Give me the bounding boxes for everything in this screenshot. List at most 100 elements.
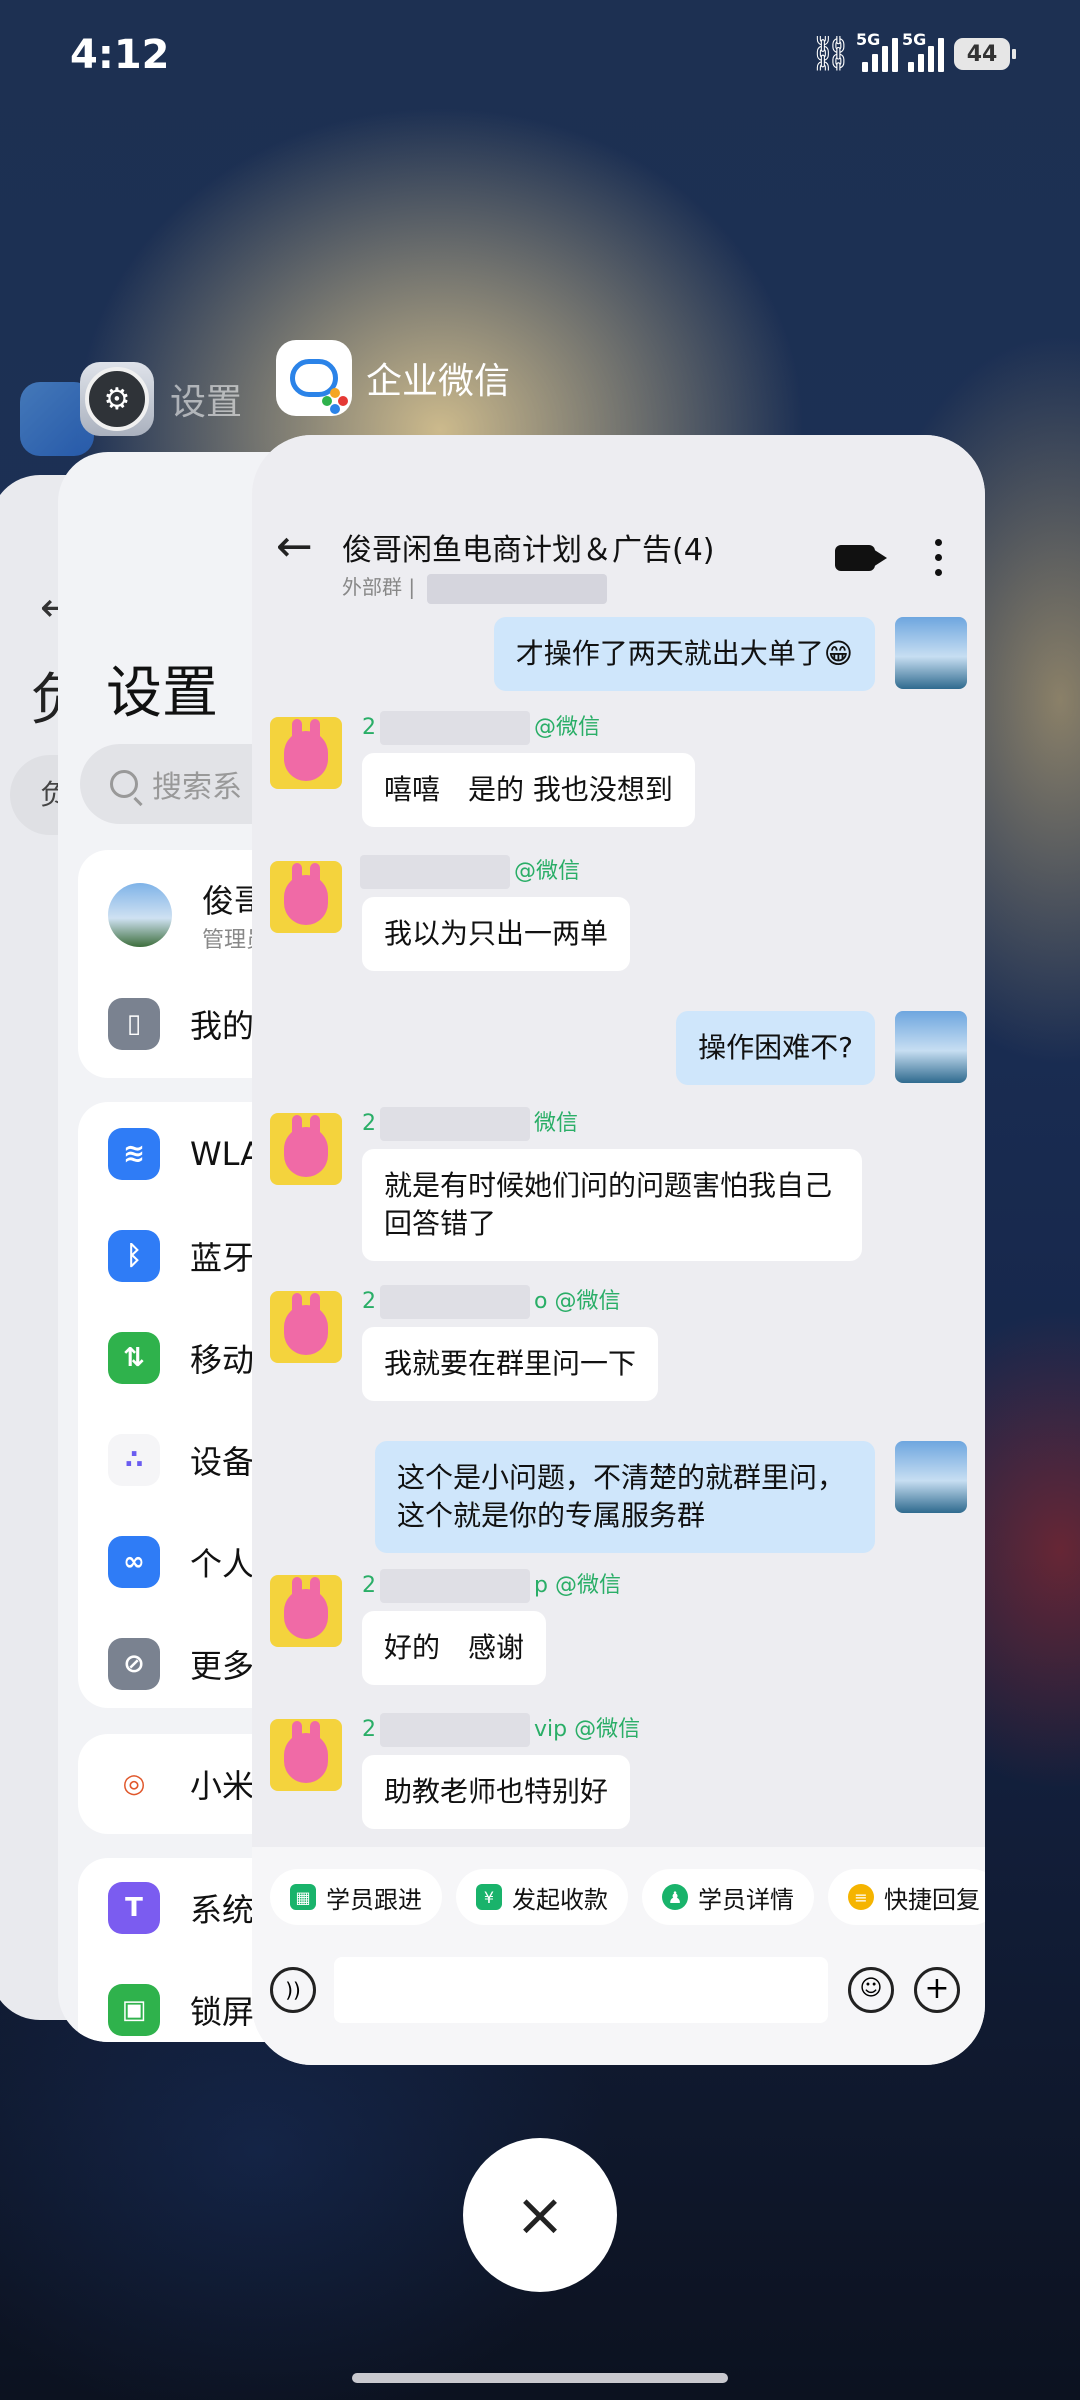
clear-recents-button[interactable]: × (463, 2138, 617, 2292)
video-call-icon[interactable] (835, 545, 887, 571)
blurred-name (427, 573, 608, 604)
settings-item-label: 蓝牙 (190, 1239, 255, 1277)
status-bar: 4:12 ⛓ 5G 5G 44 (0, 0, 1080, 120)
account-avatar (108, 883, 172, 947)
settings-item-device[interactable]: ∴ 设备 (108, 1434, 254, 1486)
chat-title: 俊哥闲鱼电商计划＆广告(4) (342, 533, 715, 568)
chip-label: 快捷回复 (884, 1885, 980, 1914)
settings-item-system[interactable]: T 系统 (108, 1882, 254, 1934)
chip-label: 发起收款 (512, 1885, 608, 1914)
message-outgoing: 操作困难不? (252, 1011, 985, 1091)
gear-icon: ⚙ (85, 367, 149, 431)
wecom-app-name: 企业微信 (366, 361, 511, 402)
avatar[interactable] (895, 1441, 967, 1513)
link-icon: ∞ (108, 1536, 160, 1588)
message-input[interactable] (334, 1957, 828, 2023)
settings-title: 设置 (106, 661, 218, 726)
message-bubble[interactable]: 好的 感谢 (362, 1611, 547, 1685)
voice-icon[interactable]: )) (270, 1967, 316, 2013)
sender-name: 2 微信 (362, 1105, 578, 1141)
search-icon (110, 770, 138, 798)
message-bubble[interactable]: 操作困难不? (676, 1011, 875, 1085)
wecom-app-card[interactable]: ← 俊哥闲鱼电商计划＆广告(4) 外部群 | 才操作了两天就出大单了😁 2 @微信… (252, 435, 985, 2065)
plus-icon[interactable]: + (914, 1967, 960, 2013)
link-icon: ⛓ (808, 34, 852, 74)
message-outgoing: 才操作了两天就出大单了😁 (252, 617, 985, 697)
signal-2-icon: 5G (902, 30, 944, 72)
avatar[interactable] (270, 861, 342, 933)
more-options-icon[interactable] (935, 539, 943, 584)
settings-app-label[interactable]: ⚙ 设置 (80, 362, 242, 436)
message-bubble[interactable]: 嘻嘻 是的 我也没想到 (362, 753, 695, 827)
settings-item-label: 设备 (190, 1443, 255, 1481)
avatar[interactable] (270, 1291, 342, 1363)
wifi-icon: ≋ (108, 1128, 160, 1180)
sender-name: 2 vip @微信 (362, 1711, 640, 1747)
quick-action-reply[interactable]: ≡ 快捷回复 (828, 1869, 985, 1925)
input-row: )) ☺ + (270, 1957, 970, 2027)
settings-item-label: 系统 (190, 1891, 255, 1929)
avatar[interactable] (270, 1575, 342, 1647)
wecom-app-label[interactable]: 企业微信 (276, 340, 510, 416)
message-list[interactable]: 才操作了两天就出大单了😁 2 @微信 嘻嘻 是的 我也没想到 @微信 我以为只出一… (252, 607, 985, 1847)
quick-action-payment[interactable]: ¥ 发起收款 (456, 1869, 628, 1925)
message-bubble[interactable]: 才操作了两天就出大单了😁 (493, 617, 875, 691)
quick-reply-icon: ≡ (848, 1884, 874, 1910)
settings-item-personal[interactable]: ∞ 个人 (108, 1536, 254, 1588)
search-placeholder: 搜索系 (152, 770, 242, 805)
status-icons: ⛓ 5G 5G 44 (808, 30, 1016, 74)
settings-item-more[interactable]: ⊘ 更多 (108, 1638, 254, 1690)
chat-toolbar: ▦ 学员跟进 ¥ 发起收款 ♟ 学员详情 ≡ 快捷回复 )) ☺ + (252, 1847, 985, 2065)
avatar[interactable] (270, 717, 342, 789)
message-bubble[interactable]: 我以为只出一两单 (362, 897, 631, 971)
message-incoming: 2o @微信 我就要在群里问一下 (252, 1285, 985, 1421)
home-indicator[interactable] (352, 2373, 728, 2383)
settings-item-xiaomi[interactable]: ◎ 小米 (108, 1758, 254, 1810)
signal-1-icon: 5G (856, 30, 898, 72)
message-incoming: 2 @微信 嘻嘻 是的 我也没想到 (252, 711, 985, 847)
chat-subtitle: 外部群 | (342, 571, 608, 604)
avatar[interactable] (895, 1011, 967, 1083)
battery-icon: 44 (954, 38, 1016, 70)
settings-item-mobile[interactable]: ⇅ 移动 (108, 1332, 254, 1384)
bluetooth-icon: ᛒ (108, 1230, 160, 1282)
settings-item-label: 锁屏 (190, 1993, 255, 2031)
avatar[interactable] (270, 1719, 342, 1791)
device-icon: ∴ (108, 1434, 160, 1486)
avatar[interactable] (895, 617, 967, 689)
chip-label: 学员详情 (698, 1885, 794, 1914)
settings-item-label: 更多 (190, 1647, 255, 1685)
quick-actions: ▦ 学员跟进 ¥ 发起收款 ♟ 学员详情 ≡ 快捷回复 (270, 1869, 985, 1925)
emoji-icon[interactable]: ☺ (848, 1967, 894, 2013)
message-outgoing: 这个是小问题，不清楚的就群里问，这个就是你的专属服务群 (252, 1441, 985, 1553)
settings-item-label: 个人 (190, 1545, 255, 1583)
settings-app-icon: ⚙ (80, 362, 154, 436)
follow-icon: ▦ (290, 1884, 316, 1910)
back-arrow-icon[interactable]: ← (276, 521, 313, 572)
settings-app-name: 设置 (170, 382, 243, 423)
message-bubble[interactable]: 就是有时候她们问的问题害怕我自己回答错了 (362, 1149, 862, 1261)
message-incoming: 2 微信 就是有时候她们问的问题害怕我自己回答错了 (252, 1107, 985, 1283)
more-connect-icon: ⊘ (108, 1638, 160, 1690)
quick-action-detail[interactable]: ♟ 学员详情 (642, 1869, 814, 1925)
quick-action-follow[interactable]: ▦ 学员跟进 (270, 1869, 442, 1925)
settings-item-lockscreen[interactable]: ▣ 锁屏 (108, 1984, 254, 2036)
avatar[interactable] (270, 1113, 342, 1185)
settings-item-label: 移动 (190, 1341, 255, 1379)
message-bubble[interactable]: 这个是小问题，不清楚的就群里问，这个就是你的专属服务群 (375, 1441, 875, 1553)
chip-label: 学员跟进 (326, 1885, 422, 1914)
sender-name: 2o @微信 (362, 1283, 620, 1319)
settings-item-wlan[interactable]: ≋ WLA (108, 1128, 262, 1180)
settings-item-account[interactable]: 俊哥 管理员 (108, 876, 268, 954)
sender-name: 2 @微信 (362, 709, 600, 745)
settings-item-bluetooth[interactable]: ᛒ 蓝牙 (108, 1230, 254, 1282)
settings-item-my-device[interactable]: ▯ 我的 (108, 998, 254, 1050)
yen-icon: ¥ (476, 1884, 502, 1910)
mobile-data-icon: ⇅ (108, 1332, 160, 1384)
message-incoming: @微信 我以为只出一两单 (252, 855, 985, 991)
message-incoming: 2 vip @微信 助教老师也特别好 (252, 1713, 985, 1849)
message-bubble[interactable]: 我就要在群里问一下 (362, 1327, 659, 1401)
message-bubble[interactable]: 助教老师也特别好 (362, 1755, 631, 1829)
brush-icon: T (108, 1882, 160, 1934)
chat-header: ← 俊哥闲鱼电商计划＆广告(4) 外部群 | (252, 435, 985, 607)
